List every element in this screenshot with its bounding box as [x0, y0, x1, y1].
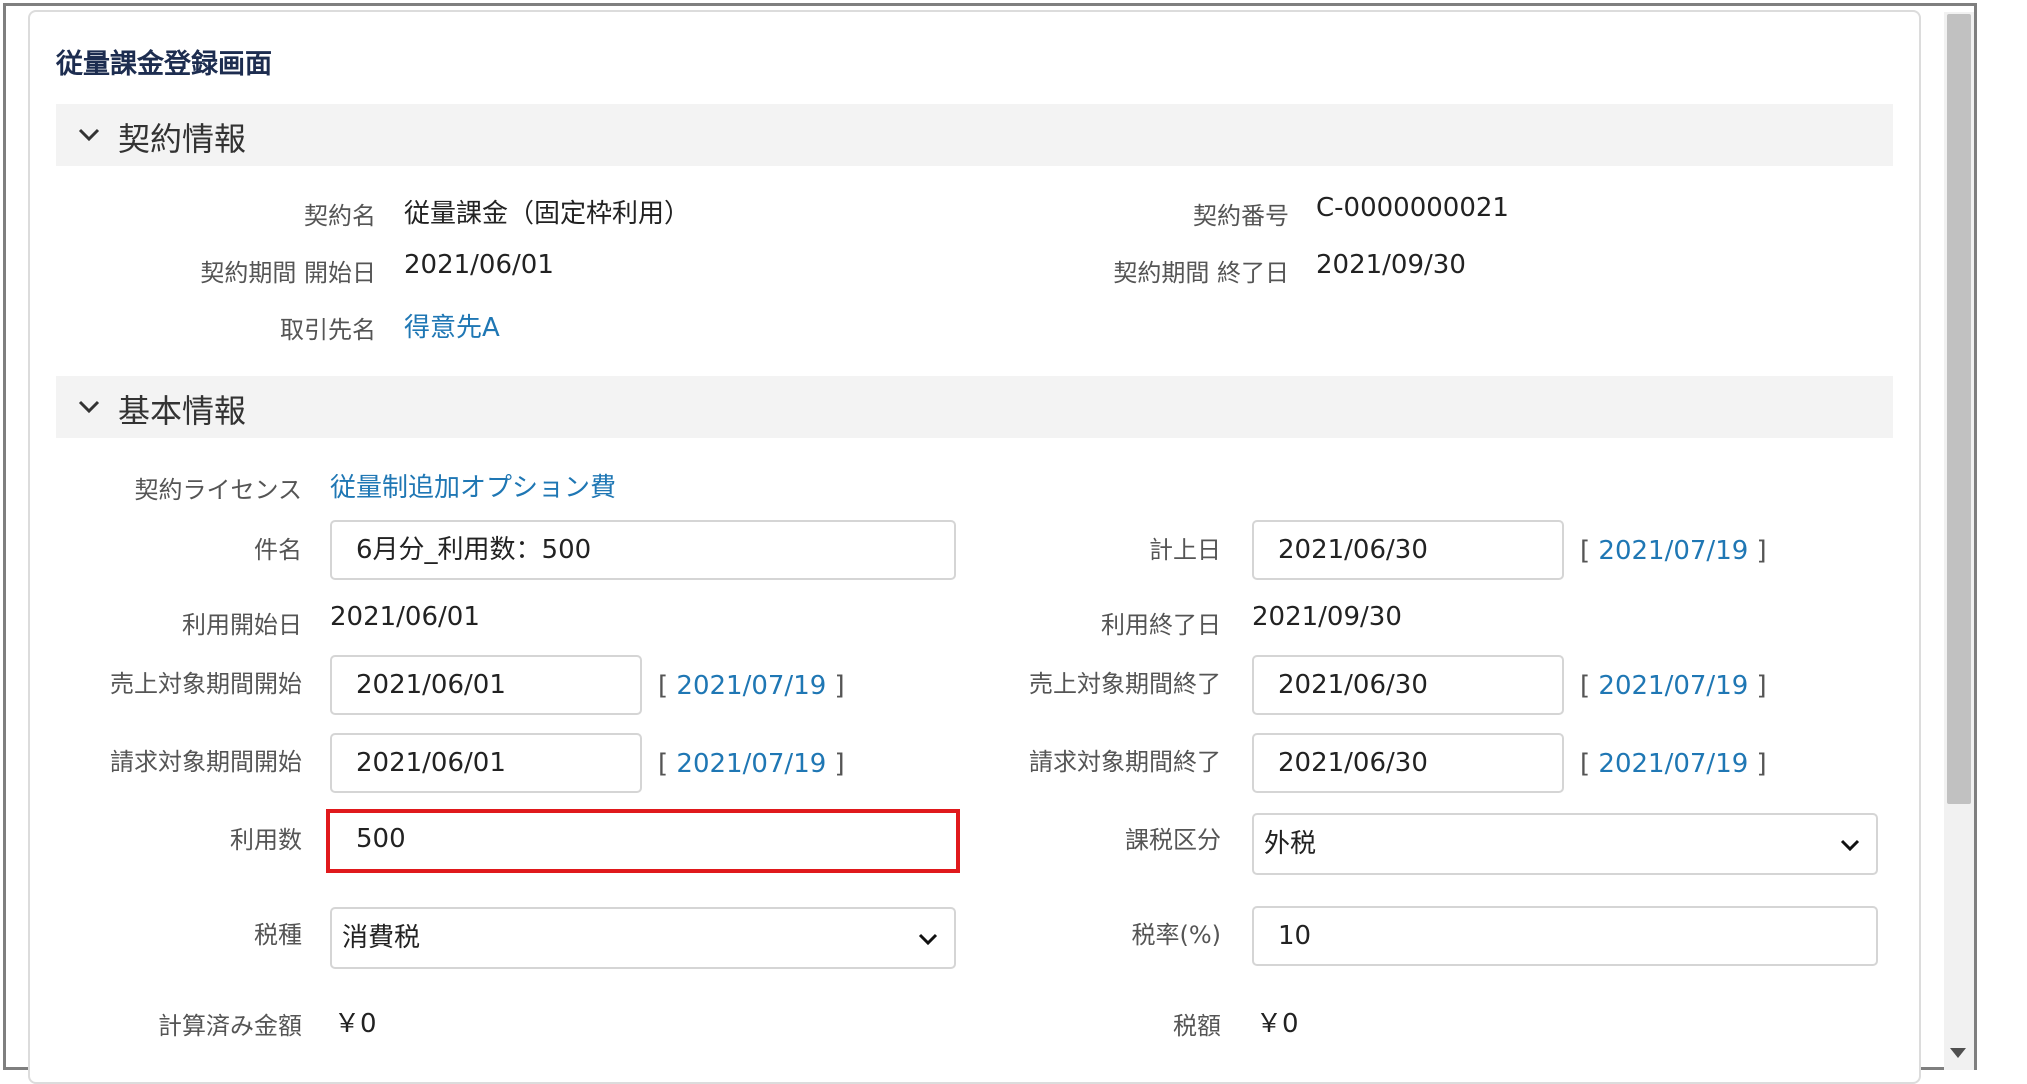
contract-start-label: 契約期間 開始日: [200, 259, 376, 287]
tax-class-selected: 外税: [1264, 829, 1317, 859]
chevron-down-icon: [1840, 839, 1860, 852]
section-basic-title: 基本情報: [118, 392, 247, 430]
calc-amount-label: 計算済み金額: [158, 1012, 302, 1040]
posting-date-default: [ 2021/07/19 ]: [1580, 536, 1767, 566]
bill-start-input[interactable]: 2021/06/01: [330, 733, 642, 793]
chevron-down-icon: [918, 933, 938, 946]
sales-end-default: [ 2021/07/19 ]: [1580, 671, 1767, 701]
usage-count-label: 利用数: [230, 826, 302, 854]
contract-end-value: 2021/09/30: [1316, 250, 1466, 280]
use-end-value: 2021/09/30: [1252, 602, 1402, 632]
client-name-link[interactable]: 得意先A: [404, 307, 500, 344]
contract-name-label: 契約名: [304, 202, 376, 230]
tax-rate-input[interactable]: 10: [1252, 906, 1878, 966]
tax-class-select[interactable]: 外税: [1252, 813, 1878, 875]
use-end-label: 利用終了日: [1101, 611, 1221, 639]
bill-start-default: [ 2021/07/19 ]: [658, 749, 845, 779]
bill-start-label: 請求対象期間開始: [110, 748, 302, 776]
tax-amount-value: ￥0: [1256, 1009, 1299, 1039]
tax-type-selected: 消費税: [342, 923, 421, 953]
bill-end-label: 請求対象期間終了: [1029, 748, 1221, 776]
bill-end-input[interactable]: 2021/06/30: [1252, 733, 1564, 793]
sales-end-default-link[interactable]: 2021/07/19: [1598, 671, 1748, 701]
contract-name-value: 従量課金（固定枠利用）: [404, 199, 691, 229]
scroll-down-arrow-icon[interactable]: [1950, 1048, 1966, 1058]
bill-end-default: [ 2021/07/19 ]: [1580, 749, 1767, 779]
posting-date-default-link[interactable]: 2021/07/19: [1598, 536, 1748, 566]
contract-start-value: 2021/06/01: [404, 250, 554, 280]
tax-type-select[interactable]: 消費税: [330, 907, 956, 969]
subject-label: 件名: [254, 536, 302, 564]
bill-start-default-link[interactable]: 2021/07/19: [676, 749, 826, 779]
subject-input[interactable]: 6月分_利用数：500: [330, 520, 956, 580]
tax-class-label: 課税区分: [1125, 826, 1221, 854]
tax-rate-label: 税率(%): [1131, 921, 1221, 949]
usage-count-input[interactable]: 500: [326, 809, 960, 873]
sales-start-label: 売上対象期間開始: [110, 670, 302, 698]
bill-end-default-link[interactable]: 2021/07/19: [1598, 749, 1748, 779]
sales-start-input[interactable]: 2021/06/01: [330, 655, 642, 715]
contract-end-label: 契約期間 終了日: [1113, 259, 1289, 287]
sales-start-default: [ 2021/07/19 ]: [658, 671, 845, 701]
sales-end-input[interactable]: 2021/06/30: [1252, 655, 1564, 715]
sales-end-label: 売上対象期間終了: [1029, 670, 1221, 698]
chevron-down-icon: [78, 128, 100, 142]
scrollbar-thumb[interactable]: [1947, 14, 1971, 804]
sales-start-default-link[interactable]: 2021/07/19: [676, 671, 826, 701]
posting-date-input[interactable]: 2021/06/30: [1252, 520, 1564, 580]
section-contract-header[interactable]: 契約情報: [56, 104, 1893, 166]
contract-number-value: C-0000000021: [1316, 193, 1509, 223]
tax-amount-label: 税額: [1173, 1012, 1221, 1040]
use-start-value: 2021/06/01: [330, 602, 480, 632]
client-name-label: 取引先名: [280, 316, 376, 344]
contract-number-label: 契約番号: [1193, 202, 1289, 230]
calc-amount-value: ￥0: [334, 1009, 377, 1039]
license-link[interactable]: 従量制追加オプション費: [330, 467, 616, 504]
tax-type-label: 税種: [254, 921, 302, 949]
posting-date-label: 計上日: [1149, 536, 1221, 564]
use-start-label: 利用開始日: [182, 611, 302, 639]
chevron-down-icon: [78, 400, 100, 414]
license-label: 契約ライセンス: [134, 476, 302, 504]
section-basic-header[interactable]: 基本情報: [56, 376, 1893, 438]
section-contract-title: 契約情報: [118, 120, 247, 158]
page-title: 従量課金登録画面: [56, 49, 272, 80]
